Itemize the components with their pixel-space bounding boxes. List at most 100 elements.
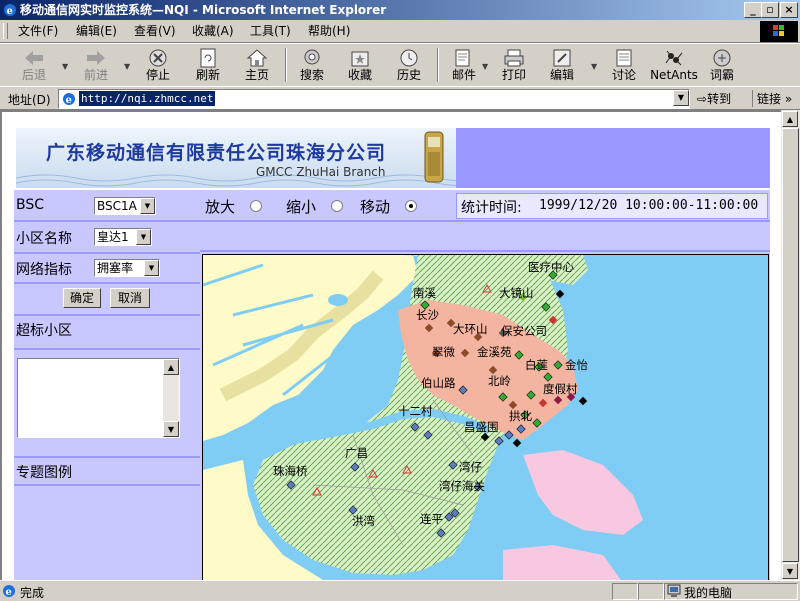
mail-dropdown-icon[interactable]: ▼ (482, 62, 488, 71)
map-canvas[interactable]: 医疗中心 南溪 大镜山 长沙 大环山 保安公司 翠微 金溪苑 白莲 金怡 伯山路… (203, 255, 768, 580)
discuss-button[interactable]: 讨论 (600, 46, 648, 84)
toolbar: 后退 ▼ 前进 ▼ 停止 刷新 主页 搜索 收藏 历史 邮件 ▼ 打印 编辑 ▼… (0, 43, 800, 87)
list-scrollbar[interactable]: ▲ ▼ (163, 359, 179, 437)
home-label: 主页 (244, 68, 269, 82)
mail-label: 邮件 (451, 68, 476, 82)
status-text: 完成 (20, 586, 45, 600)
cell-row: 小区名称 皇达1 ▼ (14, 222, 200, 254)
island (328, 294, 348, 306)
chevron-down-icon[interactable]: ▼ (140, 198, 155, 214)
move-radio[interactable] (405, 200, 417, 212)
favorites-button[interactable]: 收藏 (336, 46, 384, 84)
page-scrollbar[interactable]: ▲ ▼ (781, 110, 800, 580)
place-label: 金怡 (565, 358, 588, 372)
place-label: 金溪苑 (477, 345, 512, 359)
map-view[interactable]: 医疗中心 南溪 大镜山 长沙 大环山 保安公司 翠微 金溪苑 白莲 金怡 伯山路… (202, 254, 769, 580)
zoom-in-label: 放大 (205, 198, 236, 216)
place-label: 连平 (420, 512, 443, 526)
refresh-icon (200, 48, 216, 68)
menu-view[interactable]: 查看(V) (134, 23, 176, 39)
place-label: 南溪 (413, 286, 436, 300)
page-viewport: 广东移动通信有限责任公司珠海分公司 GMCC ZhuHai Branch BSC… (0, 110, 781, 580)
forward-dropdown-icon[interactable]: ▼ (124, 62, 130, 71)
search-label: 搜索 (299, 68, 324, 82)
banner-company-name: 广东移动通信有限责任公司珠海分公司 (46, 142, 387, 164)
back-dropdown-icon[interactable]: ▼ (62, 62, 68, 71)
print-button[interactable]: 打印 (490, 46, 538, 84)
go-button[interactable]: ⇨转到 (697, 90, 731, 107)
mail-button[interactable]: 邮件 (440, 46, 488, 84)
chevron-down-icon[interactable]: ▼ (144, 260, 159, 276)
history-button[interactable]: 历史 (385, 46, 433, 84)
address-url[interactable]: http://nqi.zhmcc.net (79, 91, 216, 106)
menu-grip (3, 23, 8, 39)
address-input[interactable]: e http://nqi.zhmcc.net ▼ (58, 89, 690, 109)
computer-icon (667, 584, 681, 597)
history-icon (400, 49, 418, 67)
overlimit-list[interactable]: ▲ ▼ (17, 358, 180, 438)
menu-edit[interactable]: 编辑(E) (76, 23, 117, 39)
netants-icon (665, 50, 683, 66)
stat-time-label: 统计时间: (461, 200, 522, 216)
cell-select[interactable]: 皇达1 ▼ (94, 228, 152, 246)
scroll-up-icon[interactable]: ▲ (782, 111, 798, 127)
page-icon: e (63, 93, 75, 106)
page-done-icon: e (3, 585, 15, 598)
windows-logo (760, 21, 798, 42)
close-button[interactable]: × (780, 2, 798, 18)
home-button[interactable]: 主页 (233, 46, 281, 84)
metric-select-value: 拥塞率 (97, 261, 134, 275)
place-label: 广昌 (345, 446, 368, 460)
minimize-button[interactable]: _ (744, 2, 762, 18)
maximize-button[interactable]: ▫ (761, 2, 779, 18)
menu-file[interactable]: 文件(F) (18, 23, 58, 39)
scroll-thumb[interactable] (782, 128, 799, 562)
menu-help[interactable]: 帮助(H) (308, 23, 350, 39)
map-panel: 放大 缩小 移动 统计时间: 1999/12/20 10:00:00-11:00… (200, 190, 770, 580)
place-label: 大镜山 (499, 286, 534, 300)
edit-button[interactable]: 编辑 (538, 46, 586, 84)
edit-dropdown-icon[interactable]: ▼ (591, 62, 597, 71)
banner-image: 广东移动通信有限责任公司珠海分公司 GMCC ZhuHai Branch (16, 128, 456, 188)
map-toolbar-row (200, 222, 770, 252)
status-zone: 我的电脑 (664, 583, 798, 600)
zoom-in-radio[interactable] (250, 200, 262, 212)
zoom-out-radio[interactable] (331, 200, 343, 212)
back-button[interactable]: 后退 (10, 46, 58, 84)
metric-select[interactable]: 拥塞率 ▼ (94, 259, 160, 277)
scroll-up-icon[interactable]: ▲ (163, 359, 179, 375)
place-label: 伯山路 (421, 376, 456, 390)
company-banner: 广东移动通信有限责任公司珠海分公司 GMCC ZhuHai Branch (16, 128, 770, 188)
place-label: 昌盛围 (464, 420, 499, 434)
dictionary-button[interactable]: 词霸 (698, 46, 746, 84)
menu-favorites[interactable]: 收藏(A) (192, 23, 234, 39)
forward-arrow-icon (87, 51, 105, 65)
cell-select-value: 皇达1 (97, 230, 129, 244)
scroll-down-icon[interactable]: ▼ (782, 563, 798, 579)
links-button[interactable]: 链接 » (752, 90, 792, 107)
favorites-label: 收藏 (347, 68, 372, 82)
dictionary-label: 词霸 (709, 68, 734, 82)
stat-time-box: 统计时间: 1999/12/20 10:00:00-11:00:00 (456, 193, 768, 219)
bsc-select[interactable]: BSC1A ▼ (94, 197, 156, 215)
place-label: 珠海桥 (273, 464, 308, 478)
ok-button[interactable]: 确定 (63, 288, 101, 308)
favorites-icon (351, 51, 369, 67)
overlimit-label: 超标小区 (16, 323, 72, 339)
status-cell (638, 583, 664, 600)
refresh-label: 刷新 (195, 68, 220, 82)
chevron-down-icon[interactable]: ▼ (136, 229, 151, 245)
place-label: 大环山 (453, 322, 488, 336)
menu-tools[interactable]: 工具(T) (250, 23, 291, 39)
refresh-button[interactable]: 刷新 (184, 46, 232, 84)
netants-label: NetAnts (650, 68, 698, 82)
stop-button[interactable]: 停止 (134, 46, 182, 84)
netants-button[interactable]: NetAnts (650, 46, 698, 84)
scroll-down-icon[interactable]: ▼ (163, 421, 179, 437)
address-dropdown-icon[interactable]: ▼ (673, 90, 689, 106)
search-button[interactable]: 搜索 (288, 46, 336, 84)
place-label: 长沙 (416, 308, 439, 322)
cancel-button[interactable]: 取消 (110, 288, 150, 308)
toolbar-separator (437, 48, 439, 82)
forward-button[interactable]: 前进 (72, 46, 120, 84)
